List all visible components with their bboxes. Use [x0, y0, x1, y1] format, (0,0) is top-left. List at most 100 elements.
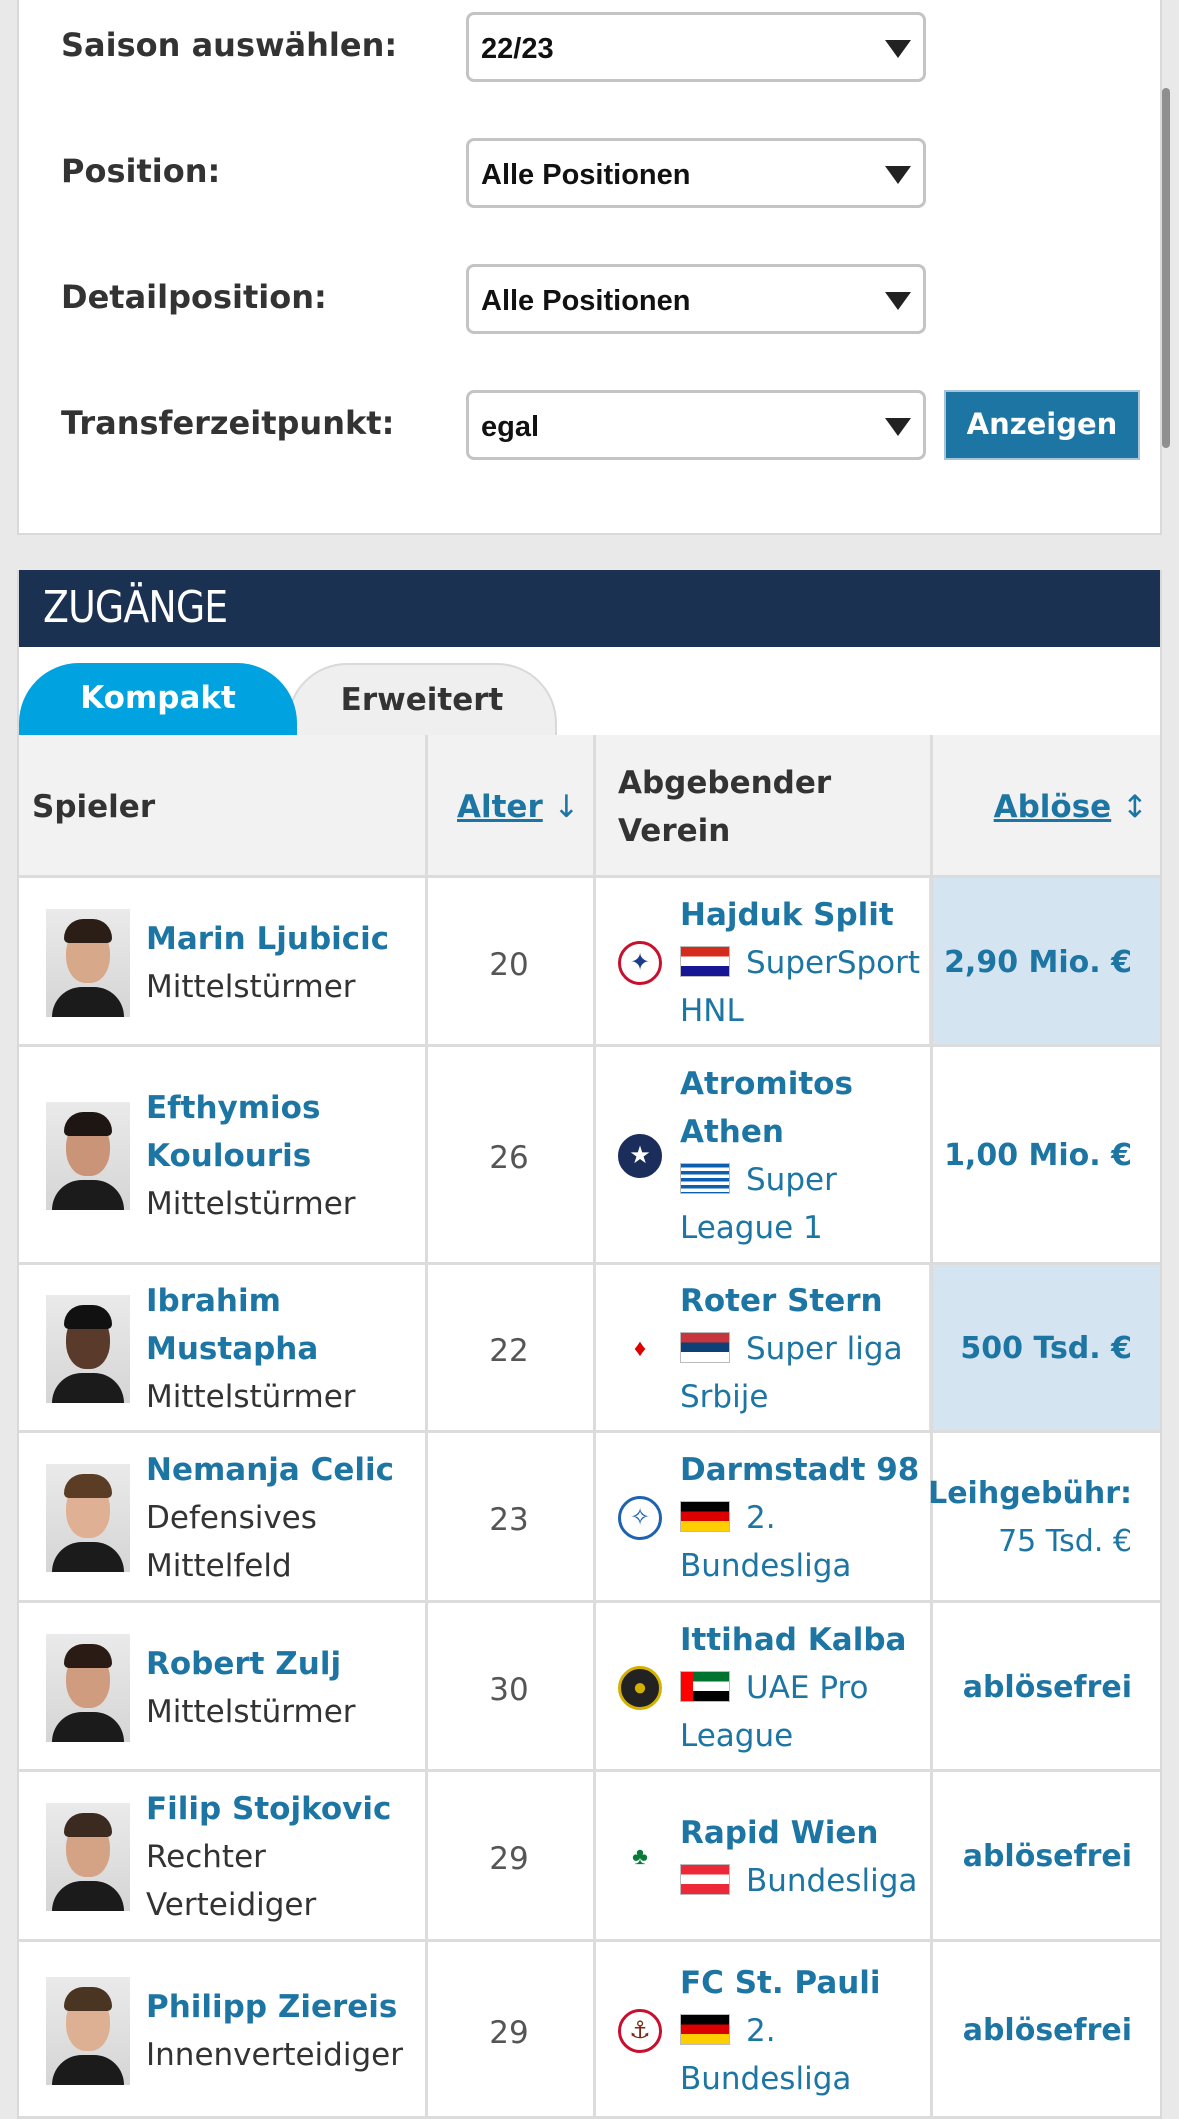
player-photo[interactable] — [46, 1803, 130, 1911]
club-name-line: Rapid Wien — [680, 1815, 879, 1851]
club-name-link[interactable]: Rapid Wien — [680, 1809, 879, 1857]
club-crest-icon[interactable]: ● — [618, 1666, 662, 1710]
league-link[interactable]: 2. Bundesliga — [680, 2007, 851, 2103]
table-header: Spieler Alter ↓ Abgebender Verein Ablöse… — [19, 735, 1160, 878]
detail-position-select[interactable]: Alle Positionen — [466, 264, 926, 334]
tab-label: Kompakt — [80, 680, 236, 716]
club-crest-icon[interactable]: ⚓ — [618, 2009, 662, 2053]
player-position-line: Verteidiger — [146, 1887, 317, 1923]
league-link[interactable]: Bundesliga — [680, 1857, 917, 1905]
position-label: Position: — [61, 152, 221, 190]
player-name-line: Nemanja Celic — [146, 1452, 394, 1488]
country-flag-icon — [680, 1864, 730, 1895]
column-divider — [593, 878, 596, 1044]
detail-position-filter-row: Detailposition: Alle Positionen — [19, 264, 1160, 336]
player-age: 20 — [489, 947, 529, 983]
club-name-link[interactable]: Hajduk Split — [680, 891, 894, 939]
player-name-link[interactable]: Nemanja Celic — [146, 1446, 394, 1494]
player-name-link[interactable]: Filip Stojkovic — [146, 1785, 391, 1833]
transfer-fee-link[interactable]: ablösefrei — [963, 2007, 1132, 2055]
season-select[interactable]: 22/23 — [466, 12, 926, 82]
tab-kompakt[interactable]: Kompakt — [19, 663, 297, 735]
player-position: Defensives Mittelfeld — [146, 1494, 317, 1590]
player-hair — [64, 1813, 112, 1837]
filter-panel: Saison auswählen: 22/23 Position: Alle P… — [17, 0, 1162, 535]
transfer-fee-link[interactable]: 2,90 Mio. € — [944, 939, 1132, 987]
league-link[interactable]: UAE Pro League — [680, 1664, 869, 1760]
player-photo[interactable] — [46, 1977, 130, 2085]
player-name-link[interactable]: Ibrahim Mustapha — [146, 1277, 318, 1373]
transfer-time-label: Transferzeitpunkt: — [61, 404, 395, 442]
transfer-fee-link[interactable]: 1,00 Mio. € — [944, 1132, 1132, 1180]
club-crest-icon[interactable]: ★ — [618, 1134, 662, 1178]
league-link[interactable]: SuperSport HNL — [680, 939, 920, 1035]
chevron-down-icon — [885, 292, 911, 310]
club-name-link[interactable]: Darmstadt 98 — [680, 1446, 919, 1494]
player-hair — [64, 919, 112, 943]
player-photo[interactable] — [46, 1102, 130, 1210]
club-name-link[interactable]: Atromitos Athen — [680, 1060, 853, 1156]
position-select[interactable]: Alle Positionen — [466, 138, 926, 208]
club-header-line: Verein — [618, 813, 731, 849]
player-name-link[interactable]: Robert Zulj — [146, 1640, 341, 1688]
fee-column-header[interactable]: Ablöse ↕ — [994, 783, 1148, 831]
box-title: ZUGÄNGE — [43, 582, 228, 633]
player-name-line: Robert Zulj — [146, 1646, 342, 1682]
position-filter-row: Position: Alle Positionen — [19, 138, 1160, 210]
league-link[interactable]: 2. Bundesliga — [680, 1494, 851, 1590]
transfer-fee-link[interactable]: Leihgebühr: 75 Tsd. € — [928, 1470, 1132, 1566]
player-photo[interactable] — [46, 1464, 130, 1572]
column-divider — [930, 878, 933, 1044]
league-link[interactable]: Super League 1 — [680, 1156, 837, 1252]
transfer-fee-link[interactable]: ablösefrei — [963, 1664, 1132, 1712]
player-name-link[interactable]: Marin Ljubicic — [146, 915, 389, 963]
league-name-line: Srbije — [680, 1379, 769, 1415]
league-link[interactable]: Super liga Srbije — [680, 1325, 903, 1421]
player-name-link[interactable]: Philipp Ziereis — [146, 1983, 397, 2031]
player-photo[interactable] — [46, 1295, 130, 1403]
player-column-header: Spieler — [32, 789, 156, 825]
transfers-box: ZUGÄNGE Erweitert Kompakt Spieler Alter … — [17, 570, 1162, 2119]
player-position-line: Mittelstürmer — [146, 1379, 356, 1415]
club-name-line: Roter Stern — [680, 1283, 883, 1319]
country-flag-icon — [680, 1671, 730, 1702]
player-position: Rechter Verteidiger — [146, 1833, 316, 1929]
club-crest-icon[interactable]: ✧ — [618, 1496, 662, 1540]
club-name-line: Darmstadt 98 — [680, 1452, 920, 1488]
column-divider — [930, 1047, 933, 1262]
club-crest-icon[interactable]: ♦ — [618, 1327, 662, 1371]
age-column-header[interactable]: Alter ↓ — [457, 783, 580, 831]
player-position: Mittelstürmer — [146, 1373, 356, 1421]
scrollbar[interactable] — [1162, 88, 1170, 448]
club-name-link[interactable]: Roter Stern — [680, 1277, 883, 1325]
league-name-line: SuperSport — [746, 945, 921, 981]
player-position: Mittelstürmer — [146, 1180, 356, 1228]
transfer-fee-link[interactable]: 500 Tsd. € — [960, 1325, 1132, 1373]
show-button[interactable]: Anzeigen — [944, 390, 1140, 460]
player-name-link[interactable]: Efthymios Koulouris — [146, 1084, 320, 1180]
player-photo[interactable] — [46, 1634, 130, 1742]
player-shirt — [52, 987, 124, 1017]
age-sort-link[interactable]: Alter — [457, 789, 543, 825]
sort-down-icon: ↓ — [553, 789, 580, 825]
player-position-line: Mittelstürmer — [146, 969, 356, 1005]
transfer-fee-link[interactable]: ablösefrei — [963, 1833, 1132, 1881]
club-column-header: Abgebender Verein — [618, 759, 831, 855]
player-photo[interactable] — [46, 909, 130, 1017]
column-divider — [593, 1265, 596, 1430]
detail-position-select-value: Alle Positionen — [481, 285, 691, 317]
club-crest-icon[interactable]: ✦ — [618, 941, 662, 985]
league-name-line: Bundesliga — [746, 1863, 918, 1899]
club-name-link[interactable]: Ittihad Kalba — [680, 1616, 906, 1664]
transfer-fee-line: Leihgebühr: — [928, 1476, 1132, 1511]
tab-erweitert[interactable]: Erweitert — [287, 663, 557, 735]
club-crest-icon[interactable]: ♣ — [618, 1835, 662, 1879]
club-name-link[interactable]: FC St. Pauli — [680, 1959, 881, 2007]
detail-position-label: Detailposition: — [61, 278, 327, 316]
table-row: Filip Stojkovic Rechter Verteidiger 29 ♣ Rapi… — [19, 1772, 1160, 1942]
tab-label: Erweitert — [340, 682, 504, 718]
chevron-down-icon — [885, 40, 911, 58]
fee-sort-link[interactable]: Ablöse — [994, 789, 1112, 825]
country-flag-icon — [680, 1501, 730, 1532]
transfer-time-select[interactable]: egal — [466, 390, 926, 460]
